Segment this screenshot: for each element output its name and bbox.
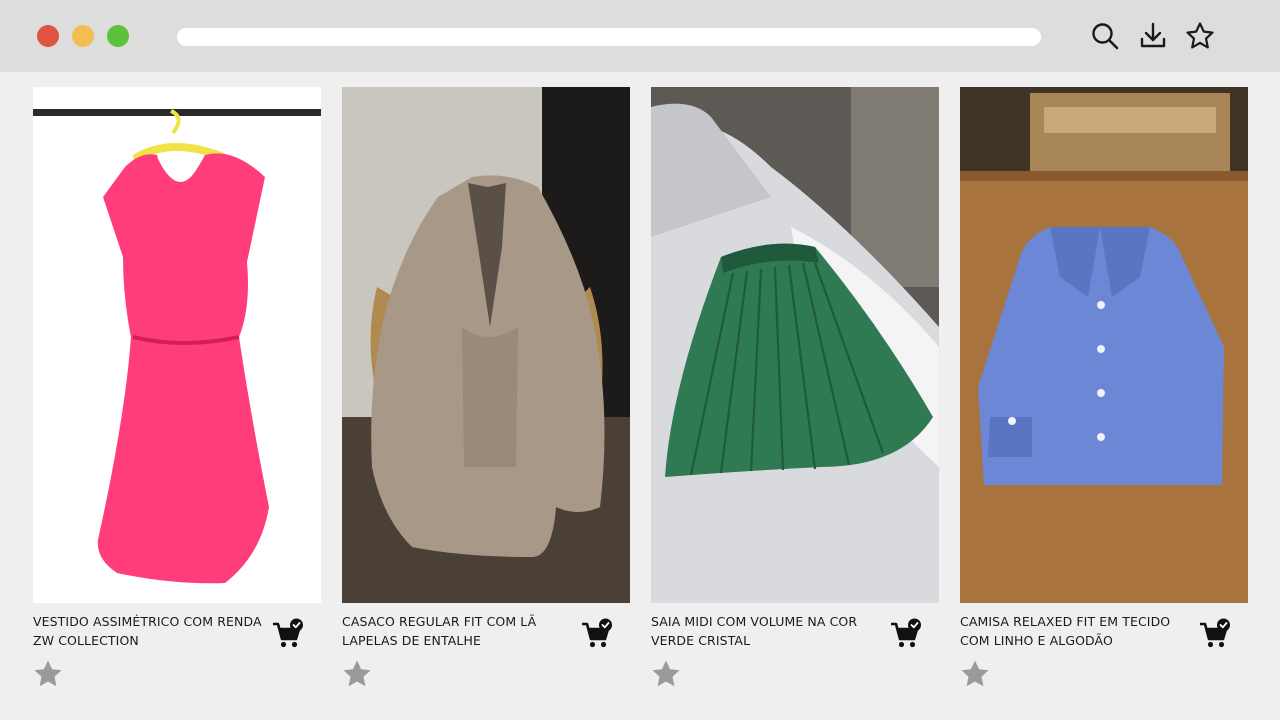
- cart-check-icon[interactable]: [581, 618, 613, 650]
- cart-check-icon[interactable]: [1199, 618, 1231, 650]
- product-image[interactable]: [960, 87, 1248, 603]
- favorite-star-icon[interactable]: [960, 659, 990, 689]
- product-title[interactable]: SAIA MIDI COM VOLUME NA COR VERDE CRISTA…: [651, 612, 881, 650]
- product-title[interactable]: CASACO REGULAR FIT COM LÃ LAPELAS DE ENT…: [342, 612, 572, 650]
- product-card[interactable]: SAIA MIDI COM VOLUME NA COR VERDE CRISTA…: [651, 87, 939, 697]
- product-card[interactable]: CAMISA RELAXED FIT EM TECIDO COM LINHO E…: [960, 87, 1248, 697]
- product-image[interactable]: [342, 87, 630, 603]
- favorite-star-icon[interactable]: [33, 659, 63, 689]
- window-maximize-button[interactable]: [107, 25, 129, 47]
- product-title[interactable]: CAMISA RELAXED FIT EM TECIDO COM LINHO E…: [960, 612, 1190, 650]
- search-icon[interactable]: [1090, 21, 1120, 51]
- product-image[interactable]: [33, 87, 321, 603]
- product-title[interactable]: VESTIDO ASSIMÉTRICO COM RENDA ZW COLLECT…: [33, 612, 263, 650]
- cart-check-icon[interactable]: [890, 618, 922, 650]
- address-bar[interactable]: [177, 28, 1041, 46]
- window-close-button[interactable]: [37, 25, 59, 47]
- cart-check-icon[interactable]: [272, 618, 304, 650]
- product-image[interactable]: [651, 87, 939, 603]
- favorite-star-icon[interactable]: [342, 659, 372, 689]
- window-minimize-button[interactable]: [72, 25, 94, 47]
- favorite-star-icon[interactable]: [651, 659, 681, 689]
- product-card[interactable]: VESTIDO ASSIMÉTRICO COM RENDA ZW COLLECT…: [33, 87, 321, 697]
- browser-toolbar: [0, 0, 1280, 72]
- bookmark-star-icon[interactable]: [1185, 21, 1215, 51]
- product-card[interactable]: CASACO REGULAR FIT COM LÃ LAPELAS DE ENT…: [342, 87, 630, 697]
- download-icon[interactable]: [1138, 21, 1168, 51]
